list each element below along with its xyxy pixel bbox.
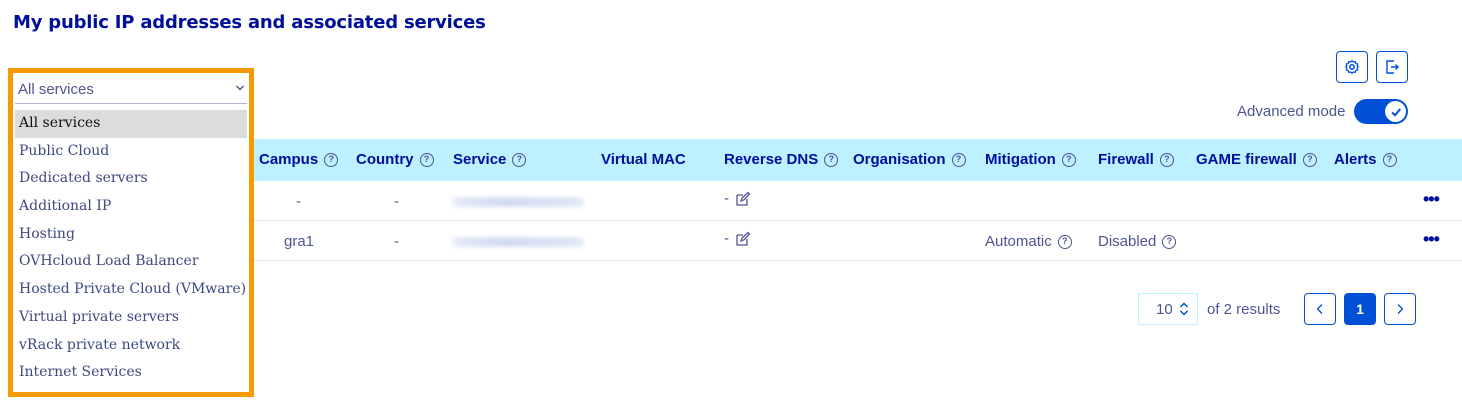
chevron-left-icon — [1316, 304, 1323, 314]
results-count: of 2 results — [1207, 301, 1281, 318]
column-organisation[interactable]: Organisation? — [853, 151, 966, 168]
table-row: gra1 - - Automatic ? Disabled ? ••• — [250, 221, 1462, 261]
service-blurred — [452, 237, 584, 247]
option-hosted-private-cloud[interactable]: Hosted Private Cloud (VMware) — [15, 276, 247, 304]
firewall-cell: Disabled ? — [1098, 233, 1177, 250]
option-hosting[interactable]: Hosting — [15, 221, 247, 249]
option-internet-services[interactable]: Internet Services — [15, 359, 247, 387]
export-button[interactable] — [1376, 51, 1408, 83]
help-icon[interactable]: ? — [1159, 152, 1174, 167]
page-size-select[interactable]: 10 — [1138, 293, 1198, 325]
updown-chevron-icon — [1179, 302, 1188, 316]
row-actions-button[interactable]: ••• — [1423, 189, 1440, 210]
prev-page-button[interactable] — [1304, 293, 1336, 325]
chevron-down-icon — [236, 85, 244, 91]
help-icon[interactable]: ? — [1302, 152, 1317, 167]
service-filter-options: All services Public Cloud Dedicated serv… — [15, 110, 247, 387]
next-page-button[interactable] — [1384, 293, 1416, 325]
column-campus[interactable]: Campus? — [259, 151, 339, 168]
help-icon[interactable]: ? — [1382, 152, 1397, 167]
column-alerts[interactable]: Alerts? — [1334, 151, 1397, 168]
option-virtual-private-servers[interactable]: Virtual private servers — [15, 304, 247, 332]
country-cell: - — [394, 193, 399, 210]
mitigation-cell: Automatic ? — [985, 233, 1072, 250]
column-reverse-dns[interactable]: Reverse DNS? — [724, 151, 839, 168]
table-header: Campus? Country? Service? Virtual MAC Re… — [250, 139, 1462, 181]
help-icon[interactable]: ? — [419, 152, 434, 167]
campus-cell: gra1 — [284, 233, 315, 250]
service-filter-highlight: All services All services Public Cloud D… — [8, 68, 254, 397]
edit-icon[interactable] — [735, 231, 751, 247]
page-title: My public IP addresses and associated se… — [13, 12, 486, 33]
chevron-right-icon — [1397, 304, 1404, 314]
gear-icon — [1345, 60, 1359, 74]
help-icon[interactable]: ? — [951, 152, 966, 167]
column-virtual-mac[interactable]: Virtual MAC — [601, 151, 686, 168]
column-game-firewall[interactable]: GAME firewall? — [1196, 151, 1317, 168]
help-icon[interactable]: ? — [824, 152, 839, 167]
option-public-cloud[interactable]: Public Cloud — [15, 138, 247, 166]
option-load-balancer[interactable]: OVHcloud Load Balancer — [15, 248, 247, 276]
campus-cell: - — [296, 193, 301, 210]
option-all-services[interactable]: All services — [15, 110, 247, 138]
help-icon[interactable]: ? — [324, 152, 339, 167]
service-blurred — [452, 197, 584, 207]
page-button-current[interactable]: 1 — [1344, 293, 1376, 325]
reverse-dns-cell: - — [724, 190, 751, 207]
edit-icon[interactable] — [735, 191, 751, 207]
check-icon — [1385, 101, 1406, 122]
column-mitigation[interactable]: Mitigation? — [985, 151, 1076, 168]
settings-button[interactable] — [1336, 51, 1368, 83]
table-row: - - - ••• — [250, 181, 1462, 221]
country-cell: - — [394, 233, 399, 250]
column-service[interactable]: Service? — [453, 151, 527, 168]
option-additional-ip[interactable]: Additional IP — [15, 193, 247, 221]
column-country[interactable]: Country? — [356, 151, 434, 168]
help-icon[interactable]: ? — [512, 152, 527, 167]
column-firewall[interactable]: Firewall? — [1098, 151, 1174, 168]
option-dedicated-servers[interactable]: Dedicated servers — [15, 165, 247, 193]
advanced-mode-label: Advanced mode — [1237, 103, 1346, 120]
row-actions-button[interactable]: ••• — [1423, 229, 1440, 250]
service-filter-select[interactable]: All services — [15, 75, 247, 104]
help-icon[interactable]: ? — [1057, 234, 1072, 249]
reverse-dns-cell: - — [724, 230, 751, 247]
option-vrack[interactable]: vRack private network — [15, 332, 247, 360]
advanced-mode-toggle[interactable] — [1354, 99, 1408, 124]
help-icon[interactable]: ? — [1061, 152, 1076, 167]
help-icon[interactable]: ? — [1162, 234, 1177, 249]
export-icon — [1386, 60, 1399, 74]
